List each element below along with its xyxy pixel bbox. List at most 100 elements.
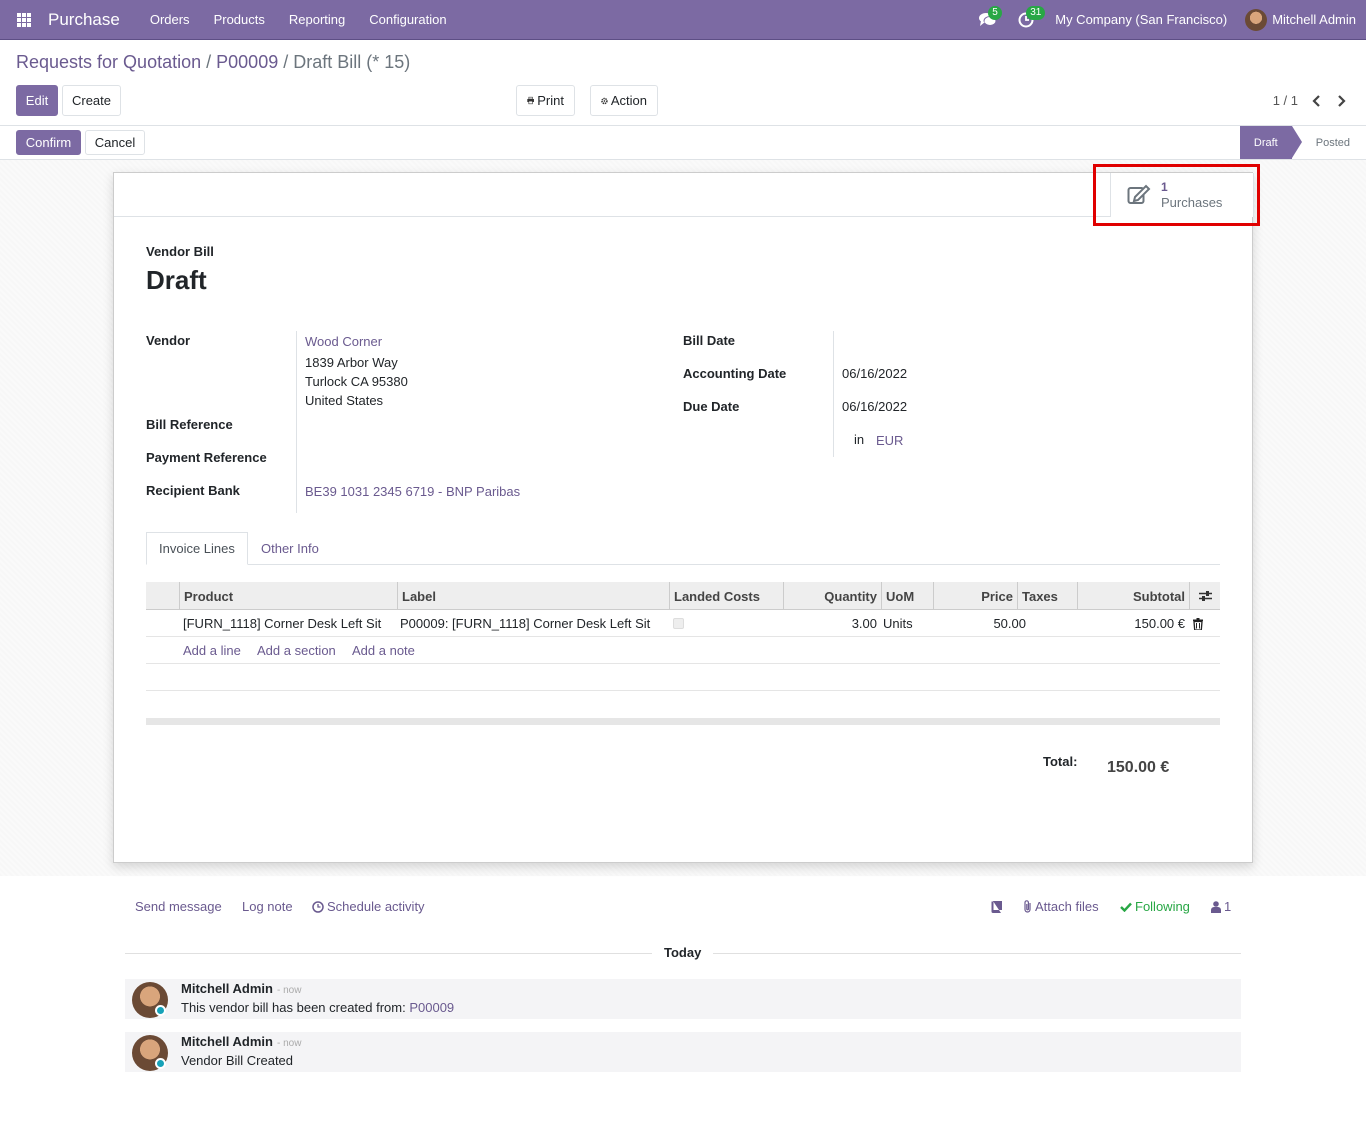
book-icon[interactable] [991,901,1002,913]
add-note-link[interactable]: Add a note [348,637,419,664]
company-switcher[interactable]: My Company (San Francisco) [1055,12,1227,27]
message-author[interactable]: Mitchell Admin [181,1034,273,1049]
message-text: Vendor Bill Created [181,1053,294,1068]
bill-date-label: Bill Date [683,333,736,348]
tab-other-info[interactable]: Other Info [249,532,331,565]
handle-column [146,582,179,610]
cell-label[interactable]: P00009: [FURN_1118] Corner Desk Left Sit [396,610,654,637]
breadcrumb-current: Draft Bill (* 15) [293,52,411,72]
apps-menu-button[interactable] [0,0,48,40]
message-time: - now [276,985,302,996]
empty-row [146,691,1220,718]
breadcrumb-rfq[interactable]: Requests for Quotation [16,52,201,72]
cell-landed-costs[interactable] [669,610,688,637]
column-label[interactable]: Label [397,582,669,610]
cell-price[interactable]: 50.00 [933,610,1030,637]
currency-in-label: in [854,432,865,447]
currency-link[interactable]: EUR [876,433,903,448]
optional-columns-toggle[interactable] [1189,582,1220,610]
pager-value[interactable]: 1 / 1 [1273,93,1298,108]
tab-invoice-lines[interactable]: Invoice Lines [146,532,248,565]
status-steps: Draft Posted [1239,126,1366,159]
action-label: Action [610,93,647,108]
menu-configuration[interactable]: Configuration [369,12,446,27]
create-button[interactable]: Create [62,85,121,116]
column-quantity[interactable]: Quantity [783,582,881,610]
pager: 1 / 1 [1273,93,1346,108]
print-button[interactable]: Print [516,85,575,116]
day-separator-label: Today [652,945,714,960]
messages-menu[interactable]: 5 [969,0,1007,40]
menu-orders[interactable]: Orders [150,12,190,27]
user-menu[interactable]: Mitchell Admin [1245,8,1356,31]
top-navbar: Purchase Orders Products Reporting Confi… [0,0,1366,40]
due-date-value[interactable]: 06/16/2022 [842,399,907,414]
bill-reference-label: Bill Reference [146,417,233,432]
cancel-button[interactable]: Cancel [85,130,145,155]
online-status-icon [155,1058,166,1069]
chevron-left-icon[interactable] [1312,94,1322,107]
column-product[interactable]: Product [179,582,397,610]
confirm-button[interactable]: Confirm [16,130,81,155]
breadcrumb: Requests for Quotation / P00009 / Draft … [16,52,410,73]
cell-subtotal[interactable]: 150.00 € [1077,610,1189,637]
cell-taxes[interactable] [1030,610,1038,637]
activities-menu[interactable]: 31 [1007,0,1046,40]
table-header: Product Label Landed Costs Quantity UoM … [146,582,1220,610]
action-button[interactable]: Action [590,85,658,116]
cell-product[interactable]: [FURN_1118] Corner Desk Left Sit [179,610,385,637]
vendor-link[interactable]: Wood Corner [305,334,382,349]
breadcrumb-separator: / [206,52,212,72]
edit-button[interactable]: Edit [16,85,58,116]
recipient-bank-link[interactable]: BE39 1031 2345 6719 - BNP Paribas [305,484,520,499]
chatter-message: Mitchell Admin - now This vendor bill has… [125,979,1241,1019]
paperclip-icon [1024,900,1031,913]
app-name[interactable]: Purchase [48,10,120,30]
sliders-icon [1198,591,1212,601]
vendor-address-line: United States [305,393,384,408]
form-sheet: 1 Purchases Vendor Bill Draft Vendor Woo… [113,172,1254,863]
message-text: This vendor bill has been created from: [181,1000,410,1015]
cell-uom[interactable]: Units [879,610,917,637]
chevron-right-icon[interactable] [1336,94,1346,107]
menu-products[interactable]: Products [214,12,265,27]
following-button[interactable]: Following [1120,899,1190,914]
message-record-link[interactable]: P00009 [409,1000,454,1015]
recipient-bank-label: Recipient Bank [146,483,240,498]
status-step-posted[interactable]: Posted [1292,126,1366,159]
schedule-activity-label: Schedule activity [327,899,425,914]
status-bar: Confirm Cancel Draft Posted [0,126,1366,160]
table-footer [146,718,1220,725]
message-author[interactable]: Mitchell Admin [181,981,273,996]
table-row[interactable]: [FURN_1118] Corner Desk Left Sit P00009:… [146,610,1220,637]
column-subtotal[interactable]: Subtotal [1077,582,1189,610]
add-actions-row: Add a line Add a section Add a note [146,637,1220,664]
send-message-button[interactable]: Send message [135,899,222,914]
schedule-activity-button[interactable]: Schedule activity [312,899,425,914]
highlight-annotation [1093,164,1260,226]
menu-reporting[interactable]: Reporting [289,12,345,27]
breadcrumb-po[interactable]: P00009 [216,52,278,72]
add-section-link[interactable]: Add a section [253,637,340,664]
user-avatar [1245,8,1268,31]
add-line-link[interactable]: Add a line [179,637,245,664]
gear-icon [601,97,608,104]
column-landed-costs[interactable]: Landed Costs [669,582,783,610]
status-step-draft[interactable]: Draft [1239,126,1302,159]
delete-line-button[interactable] [1189,610,1207,637]
accounting-date-value[interactable]: 06/16/2022 [842,366,907,381]
landed-costs-checkbox[interactable] [673,618,684,629]
followers-button[interactable]: 1 [1211,899,1231,914]
vendor-address-line: Turlock CA 95380 [305,374,408,389]
log-note-button[interactable]: Log note [242,899,293,914]
attach-files-button[interactable]: Attach files [1023,899,1099,914]
column-taxes[interactable]: Taxes [1017,582,1077,610]
online-status-icon [155,1005,166,1016]
empty-row [146,664,1220,691]
column-price[interactable]: Price [933,582,1017,610]
chatter-topbar: Send message Log note Schedule activity … [0,897,1366,917]
column-uom[interactable]: UoM [881,582,933,610]
cell-quantity[interactable]: 3.00 [783,610,881,637]
clock-icon [312,900,324,913]
total-label: Total: [1043,754,1078,769]
